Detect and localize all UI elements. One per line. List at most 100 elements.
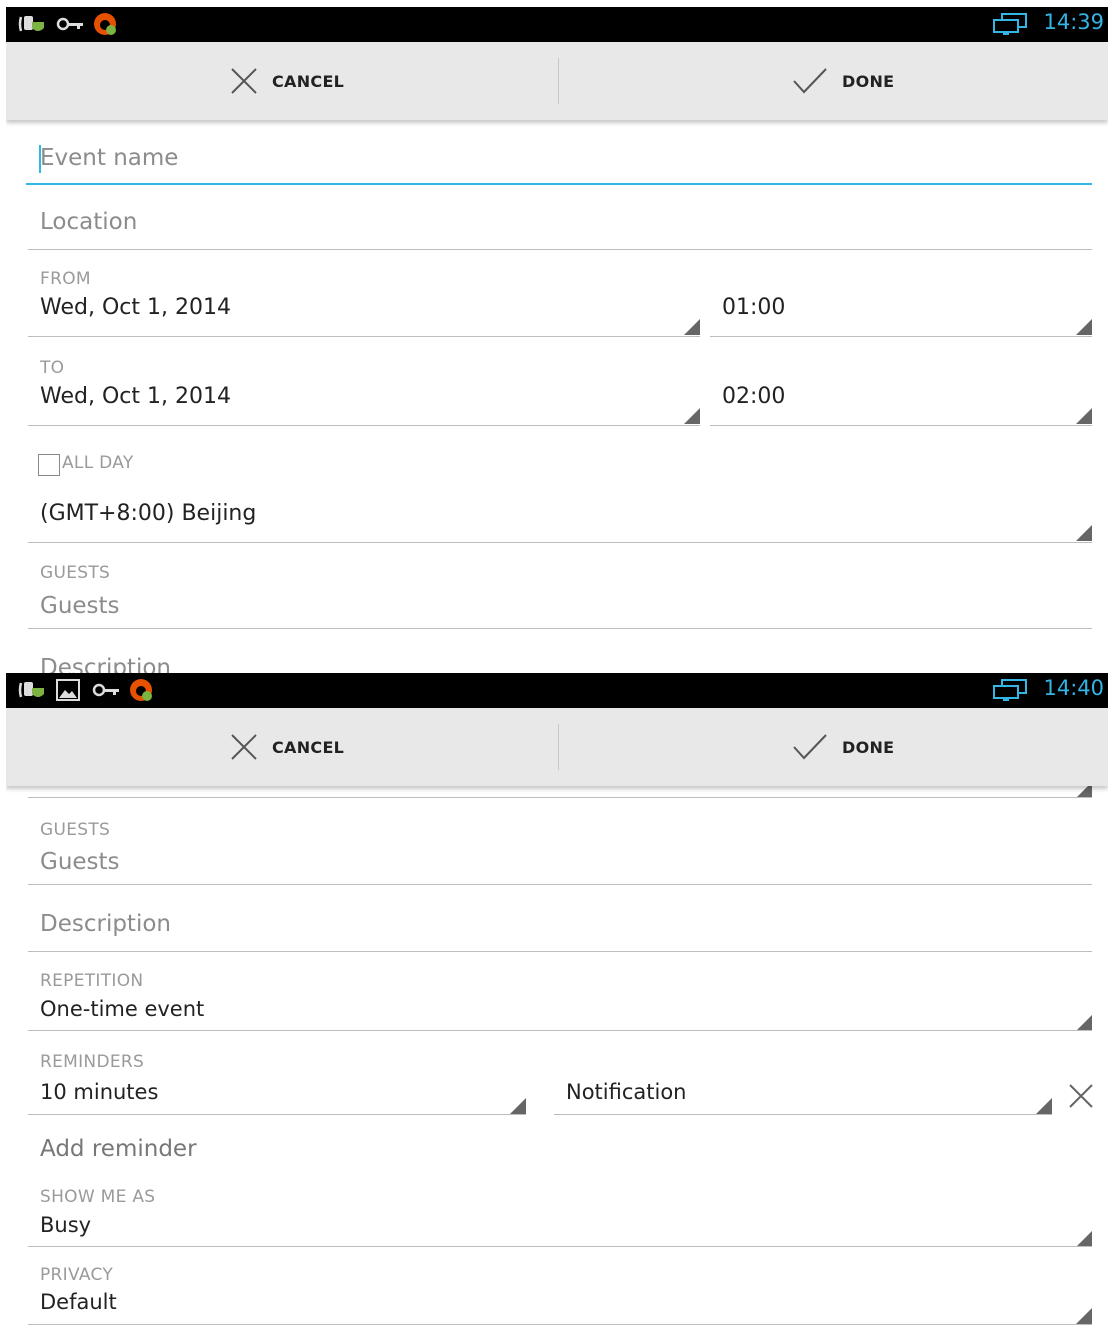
all-day-checkbox[interactable]: ALL DAY: [38, 453, 158, 479]
remove-reminder-icon[interactable]: [1068, 1083, 1094, 1109]
timezone-underline: [28, 542, 1092, 543]
description-placeholder: Description: [40, 911, 171, 937]
to-date-value: Wed, Oct 1, 2014: [40, 384, 231, 409]
status-time: 14:40: [1043, 676, 1104, 700]
event-name-underline: [26, 183, 1092, 185]
reminder-method-spinner[interactable]: Notification: [554, 1078, 1052, 1114]
timezone-spinner[interactable]: (GMT+8:00) Beijing: [28, 499, 1092, 543]
from-date-underline: [28, 336, 700, 337]
dropdown-indicator: [1076, 525, 1092, 541]
from-date-value: Wed, Oct 1, 2014: [40, 295, 231, 320]
timezone-underline: [28, 797, 1092, 798]
from-time-underline: [710, 336, 1092, 337]
check-icon: [793, 68, 827, 94]
location-field[interactable]: Location: [26, 203, 1094, 249]
guests-field[interactable]: Guests: [28, 589, 1092, 629]
guests-label: GUESTS: [40, 820, 111, 840]
dropdown-indicator: [510, 1098, 526, 1114]
add-reminder-button[interactable]: Add reminder: [28, 1133, 328, 1173]
show-me-as-underline: [28, 1246, 1092, 1247]
screen-2: 14:40 CANCEL DONE GUESTS Guests Descript: [6, 673, 1108, 1332]
sync-app-icon: [130, 679, 152, 701]
to-time-underline: [710, 425, 1092, 426]
repetition-value: One-time event: [40, 997, 205, 1021]
cancel-label: CANCEL: [272, 71, 345, 91]
description-underline: [28, 951, 1092, 952]
phone-shield-icon: [18, 682, 44, 698]
location-underline: [28, 249, 1092, 250]
done-label: DONE: [842, 737, 895, 757]
privacy-label: PRIVACY: [40, 1265, 114, 1285]
check-icon: [793, 734, 827, 760]
screen-cast-icon: [993, 679, 1027, 701]
timezone-value: (GMT+8:00) Beijing: [40, 501, 257, 526]
action-bar: CANCEL DONE: [6, 708, 1108, 786]
show-me-as-label: SHOW ME AS: [40, 1187, 156, 1207]
to-label: TO: [40, 358, 65, 378]
done-button[interactable]: DONE: [792, 42, 894, 120]
show-me-as-value: Busy: [40, 1213, 92, 1237]
close-icon: [231, 734, 257, 760]
status-bar: 14:39: [6, 7, 1108, 42]
description-field[interactable]: Description: [28, 651, 1092, 673]
description-field[interactable]: Description: [28, 906, 1092, 950]
dropdown-indicator: [1036, 1098, 1052, 1114]
cancel-label: CANCEL: [272, 737, 345, 757]
repetition-spinner[interactable]: One-time event: [28, 995, 1092, 1031]
done-label: DONE: [842, 71, 895, 91]
from-label: FROM: [40, 269, 91, 289]
add-reminder-label: Add reminder: [40, 1136, 197, 1162]
dropdown-indicator: [684, 408, 700, 424]
screen-1: 14:39 CANCEL DONE Event name Location FR…: [6, 7, 1108, 673]
reminder-method-value: Notification: [566, 1080, 687, 1104]
to-date-underline: [28, 425, 700, 426]
guests-placeholder: Guests: [40, 849, 120, 875]
action-bar: CANCEL DONE: [6, 42, 1108, 120]
checkbox-box: [38, 454, 60, 476]
reminder-time-underline: [28, 1114, 526, 1115]
reminder-time-spinner[interactable]: 10 minutes: [28, 1078, 526, 1114]
dropdown-indicator: [1076, 1015, 1092, 1031]
cancel-button[interactable]: CANCEL: [230, 708, 344, 786]
event-name-field[interactable]: Event name: [26, 135, 1094, 187]
phone-shield-icon: [18, 16, 44, 32]
event-name-placeholder: Event name: [40, 145, 179, 171]
dropdown-indicator: [1076, 408, 1092, 424]
guests-underline: [28, 884, 1092, 885]
guests-label: GUESTS: [40, 563, 111, 583]
to-time-spinner[interactable]: 02:00: [710, 382, 1092, 426]
status-time: 14:39: [1043, 10, 1104, 34]
from-time-spinner[interactable]: 01:00: [710, 293, 1092, 337]
description-placeholder: Description: [40, 655, 171, 673]
reminder-method-underline: [554, 1114, 1052, 1115]
close-icon: [231, 68, 257, 94]
repetition-underline: [28, 1030, 1092, 1031]
dropdown-indicator: [1076, 1231, 1092, 1247]
action-bar-divider: [558, 724, 559, 770]
from-date-spinner[interactable]: Wed, Oct 1, 2014: [28, 293, 700, 337]
repetition-label: REPETITION: [40, 971, 144, 991]
reminders-label: REMINDERS: [40, 1052, 145, 1072]
key-icon: [56, 17, 83, 31]
dropdown-indicator: [684, 319, 700, 335]
privacy-spinner[interactable]: Default: [28, 1288, 1092, 1324]
done-button[interactable]: DONE: [792, 708, 894, 786]
image-icon: [56, 679, 80, 701]
to-date-spinner[interactable]: Wed, Oct 1, 2014: [28, 382, 700, 426]
all-day-label: ALL DAY: [62, 453, 134, 473]
dropdown-indicator: [1076, 319, 1092, 335]
to-time-value: 02:00: [722, 384, 786, 409]
privacy-value: Default: [40, 1290, 117, 1314]
cancel-button[interactable]: CANCEL: [230, 42, 344, 120]
guests-field[interactable]: Guests: [28, 845, 1092, 885]
screen-cast-icon: [993, 13, 1027, 35]
dropdown-indicator: [1076, 1308, 1092, 1324]
action-bar-divider: [558, 58, 559, 104]
status-bar: 14:40: [6, 673, 1108, 708]
key-icon: [92, 683, 119, 697]
sync-app-icon: [94, 13, 116, 35]
show-me-as-spinner[interactable]: Busy: [28, 1211, 1092, 1247]
location-placeholder: Location: [40, 209, 138, 235]
reminder-time-value: 10 minutes: [40, 1080, 159, 1104]
privacy-underline: [28, 1324, 1092, 1325]
